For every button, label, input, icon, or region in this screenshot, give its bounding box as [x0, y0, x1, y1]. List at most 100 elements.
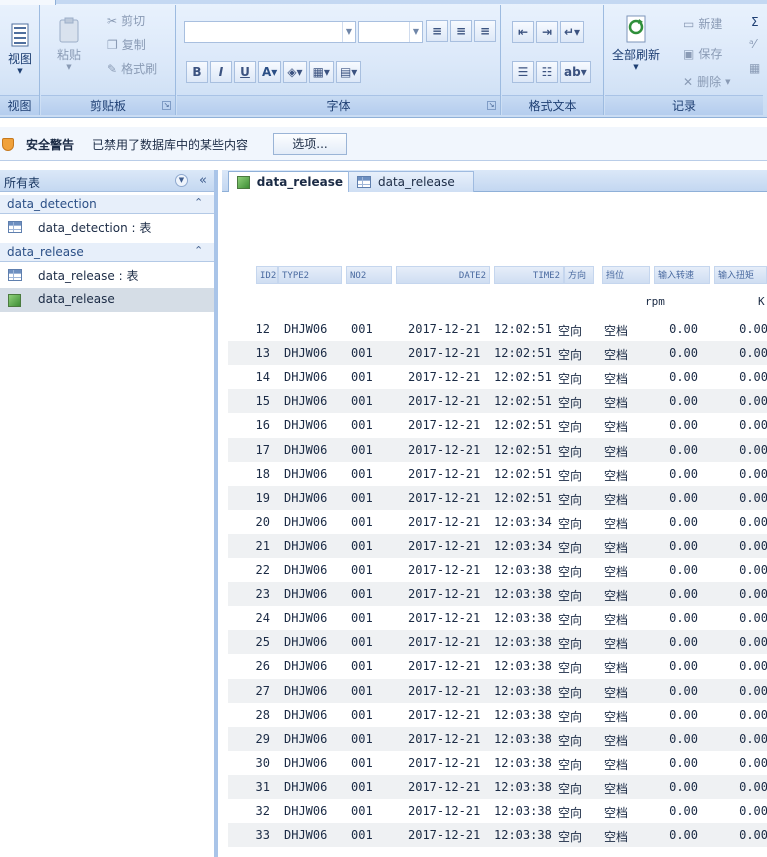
bullet-list-icon[interactable]: ☷ [536, 61, 558, 83]
cell-type2[interactable]: DHJW06 [284, 780, 327, 794]
record-row[interactable]: 29 DHJW06 001 2017-12-21 12:03:38 空向 空档 0.00 0.0… [228, 726, 767, 751]
cell-time2[interactable]: 12:02:51 [494, 346, 552, 360]
bold-button[interactable]: B [186, 61, 208, 83]
cell-direction[interactable]: 空向 [558, 804, 582, 821]
cell-date2[interactable]: 2017-12-21 [408, 659, 480, 673]
cell-type2[interactable]: DHJW06 [284, 708, 327, 722]
cell-gear[interactable]: 空档 [604, 708, 628, 725]
cell-no2[interactable]: 001 [351, 611, 373, 625]
cell-no2[interactable]: 001 [351, 322, 373, 336]
cell-type2[interactable]: DHJW06 [284, 804, 327, 818]
cell-date2[interactable]: 2017-12-21 [408, 322, 480, 336]
cell-input-speed[interactable]: 0.00 [658, 346, 698, 360]
cell-time2[interactable]: 12:02:51 [494, 418, 552, 432]
cell-direction[interactable]: 空向 [558, 515, 582, 532]
cell-id2[interactable]: 24 [246, 611, 270, 625]
cell-no2[interactable]: 001 [351, 708, 373, 722]
cell-type2[interactable]: DHJW06 [284, 394, 327, 408]
cell-id2[interactable]: 19 [246, 491, 270, 505]
cell-type2[interactable]: DHJW06 [284, 491, 327, 505]
cell-input-speed[interactable]: 0.00 [658, 780, 698, 794]
cell-no2[interactable]: 001 [351, 418, 373, 432]
underline-button[interactable]: U [234, 61, 256, 83]
cell-no2[interactable]: 001 [351, 467, 373, 481]
cell-type2[interactable]: DHJW06 [284, 563, 327, 577]
alternate-row-color-icon[interactable]: ▤▾ [335, 61, 362, 83]
cell-id2[interactable]: 12 [246, 322, 270, 336]
cell-type2[interactable]: DHJW06 [284, 443, 327, 457]
nav-group-data-detection[interactable]: data_detection ⌃ [0, 195, 214, 214]
cell-date2[interactable]: 2017-12-21 [408, 708, 480, 722]
cell-input-speed[interactable]: 0.00 [658, 418, 698, 432]
cell-direction[interactable]: 空向 [558, 443, 582, 460]
cell-time2[interactable]: 12:03:38 [494, 732, 552, 746]
totals-icon[interactable]: Σ [751, 15, 759, 29]
cell-direction[interactable]: 空向 [558, 611, 582, 628]
cell-id2[interactable]: 21 [246, 539, 270, 553]
cell-no2[interactable]: 001 [351, 587, 373, 601]
cell-no2[interactable]: 001 [351, 732, 373, 746]
cell-input-torque[interactable]: 0.00 [728, 780, 767, 794]
cell-gear[interactable]: 空档 [604, 732, 628, 749]
cell-input-speed[interactable]: 0.00 [658, 659, 698, 673]
tab-data-release-table[interactable]: data_release [348, 171, 474, 192]
cell-time2[interactable]: 12:02:51 [494, 394, 552, 408]
format-painter-button[interactable]: ✎ 格式刷 [107, 60, 157, 77]
copy-button[interactable]: ❐ 复制 [107, 36, 146, 53]
cell-input-speed[interactable]: 0.00 [658, 708, 698, 722]
cell-date2[interactable]: 2017-12-21 [408, 587, 480, 601]
cell-direction[interactable]: 空向 [558, 322, 582, 339]
cell-time2[interactable]: 12:03:38 [494, 587, 552, 601]
cell-gear[interactable]: 空档 [604, 443, 628, 460]
record-row[interactable]: 27 DHJW06 001 2017-12-21 12:03:38 空向 空档 0.00 0.0… [228, 678, 767, 703]
record-row[interactable]: 16 DHJW06 001 2017-12-21 12:02:51 空向 空档 0.00 0.0… [228, 413, 767, 437]
cell-type2[interactable]: DHJW06 [284, 611, 327, 625]
paste-button[interactable]: 粘贴 ▼ [51, 17, 87, 71]
cell-no2[interactable]: 001 [351, 539, 373, 553]
cell-date2[interactable]: 2017-12-21 [408, 370, 480, 384]
cell-input-speed[interactable]: 0.00 [658, 443, 698, 457]
cell-no2[interactable]: 001 [351, 635, 373, 649]
record-row[interactable]: 20 DHJW06 001 2017-12-21 12:03:34 空向 空档 0.00 0.0… [228, 510, 767, 534]
cell-gear[interactable]: 空档 [604, 346, 628, 363]
cell-input-speed[interactable]: 0.00 [658, 756, 698, 770]
cell-date2[interactable]: 2017-12-21 [408, 780, 480, 794]
cell-id2[interactable]: 20 [246, 515, 270, 529]
cell-date2[interactable]: 2017-12-21 [408, 804, 480, 818]
cell-no2[interactable]: 001 [351, 563, 373, 577]
cell-direction[interactable]: 空向 [558, 659, 582, 676]
cell-input-speed[interactable]: 0.00 [658, 732, 698, 746]
cell-input-torque[interactable]: 0.00 [728, 732, 767, 746]
dialog-launcher-icon[interactable]: ↘ [487, 101, 496, 110]
cell-input-torque[interactable]: 0.00 [728, 611, 767, 625]
cell-gear[interactable]: 空档 [604, 587, 628, 604]
cell-no2[interactable]: 001 [351, 346, 373, 360]
cell-direction[interactable]: 空向 [558, 635, 582, 652]
cell-id2[interactable]: 27 [246, 684, 270, 698]
nav-item-data-detection-table[interactable]: data_detection : 表 [0, 215, 214, 239]
cell-time2[interactable]: 12:03:38 [494, 708, 552, 722]
align-left-icon[interactable]: ≡ [426, 20, 448, 42]
cell-no2[interactable]: 001 [351, 394, 373, 408]
cell-date2[interactable]: 2017-12-21 [408, 635, 480, 649]
cell-type2[interactable]: DHJW06 [284, 659, 327, 673]
nav-item-data-release-form[interactable]: data_release [0, 288, 214, 312]
cell-direction[interactable]: 空向 [558, 394, 582, 411]
more-icon[interactable]: ▦ [749, 61, 760, 75]
cell-gear[interactable]: 空档 [604, 804, 628, 821]
cell-time2[interactable]: 12:03:38 [494, 563, 552, 577]
cell-type2[interactable]: DHJW06 [284, 756, 327, 770]
cell-time2[interactable]: 12:02:51 [494, 322, 552, 336]
cell-no2[interactable]: 001 [351, 780, 373, 794]
cell-id2[interactable]: 18 [246, 467, 270, 481]
decrease-indent-icon[interactable]: ⇤ [512, 21, 534, 43]
cell-gear[interactable]: 空档 [604, 370, 628, 387]
record-row[interactable]: 15 DHJW06 001 2017-12-21 12:02:51 空向 空档 0.00 0.0… [228, 389, 767, 414]
cell-type2[interactable]: DHJW06 [284, 684, 327, 698]
cell-input-torque[interactable]: 0.00 [728, 346, 767, 360]
nav-group-data-release[interactable]: data_release ⌃ [0, 243, 214, 262]
cell-input-speed[interactable]: 0.00 [658, 539, 698, 553]
cell-direction[interactable]: 空向 [558, 346, 582, 363]
cell-id2[interactable]: 30 [246, 756, 270, 770]
cell-id2[interactable]: 14 [246, 370, 270, 384]
